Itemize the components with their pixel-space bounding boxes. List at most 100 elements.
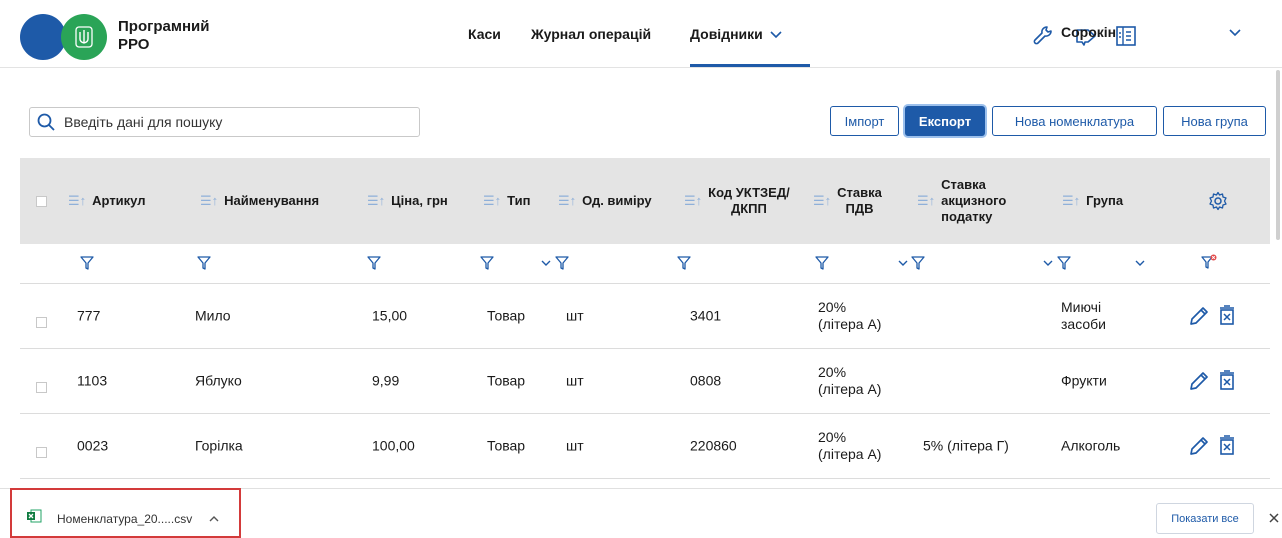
cell-group-line: Алкоголь	[1061, 437, 1121, 454]
sort-icon: ☰↑	[558, 193, 577, 208]
chevron-down-icon[interactable]	[1042, 256, 1054, 270]
sort-icon: ☰↑	[813, 193, 832, 208]
cell-name: Горілка	[195, 437, 243, 454]
column-header-unit[interactable]: ☰↑ Од. виміру	[558, 158, 652, 244]
header-label: Тип	[507, 193, 531, 208]
filter-icon[interactable]	[80, 256, 94, 270]
chevron-down-icon[interactable]	[897, 256, 909, 270]
header-label-line: ПДВ	[845, 201, 874, 216]
header-label-line: Ставка	[941, 177, 986, 192]
filter-icon[interactable]	[480, 256, 494, 270]
gear-icon[interactable]	[1208, 191, 1228, 211]
cell-price: 15,00	[372, 307, 408, 324]
cell-article: 1103	[77, 372, 108, 389]
sort-icon: ☰↑	[200, 193, 219, 208]
cell-code: 220860	[690, 437, 737, 454]
search-box[interactable]	[29, 107, 420, 137]
cell-code: 0808	[690, 372, 722, 389]
sort-icon: ☰↑	[367, 193, 386, 208]
column-header-article[interactable]: ☰↑ Артикул	[68, 158, 146, 244]
edit-pencil-icon[interactable]	[1188, 305, 1210, 327]
cell-excise: 5% (літера Г)	[923, 437, 1009, 454]
chevron-up-icon[interactable]	[207, 512, 221, 526]
cell-code: 3401	[690, 307, 722, 324]
header-label: Ціна, грн	[391, 193, 448, 208]
table-row[interactable]: 777 Мило 15,00 Товар шт 3401 20% (літера…	[20, 284, 1270, 349]
cell-group-line: засоби	[1061, 316, 1106, 332]
header-label: Код УКТЗЕД/ ДКПП	[708, 185, 790, 217]
column-header-price[interactable]: ☰↑ Ціна, грн	[367, 158, 448, 244]
nav-reference[interactable]: Довідники	[690, 0, 788, 68]
excel-file-icon	[27, 509, 42, 523]
show-all-downloads-button[interactable]: Показати все	[1156, 503, 1254, 534]
sort-icon: ☰↑	[1062, 193, 1081, 208]
header-label-line: Ставка	[837, 185, 882, 200]
filter-icon[interactable]	[677, 256, 691, 270]
cell-type: Товар	[487, 372, 526, 389]
scrollbar[interactable]	[1276, 70, 1280, 240]
row-checkbox[interactable]	[36, 317, 47, 328]
cell-vat-line: (літера А)	[818, 381, 882, 397]
edit-pencil-icon[interactable]	[1188, 370, 1210, 392]
user-menu-chevron-icon[interactable]	[1227, 24, 1243, 40]
search-input[interactable]	[64, 114, 394, 130]
sort-icon: ☰↑	[68, 193, 87, 208]
cell-group-line: Миючі	[1061, 299, 1102, 315]
cell-article: 0023	[77, 437, 109, 454]
filter-icon[interactable]	[815, 256, 829, 270]
cell-vat: 20% (літера А)	[818, 429, 881, 463]
nav-kasy[interactable]: Каси	[468, 0, 501, 68]
close-icon[interactable]	[1268, 512, 1280, 524]
cell-type: Товар	[487, 437, 526, 454]
user-name[interactable]: Сорокін	[1061, 24, 1116, 40]
table-row[interactable]: 0023 Горілка 100,00 Товар шт 220860 20% …	[20, 414, 1270, 479]
cell-price: 9,99	[372, 372, 400, 389]
delete-icon[interactable]	[1218, 369, 1236, 391]
download-filename[interactable]: Номенклатура_20.....csv	[57, 512, 192, 526]
new-item-button[interactable]: Нова номенклатура	[992, 106, 1157, 136]
cash-register-icon[interactable]	[1114, 24, 1138, 48]
delete-icon[interactable]	[1218, 304, 1236, 326]
new-group-button[interactable]: Нова група	[1163, 106, 1266, 136]
edit-pencil-icon[interactable]	[1188, 435, 1210, 457]
filter-icon[interactable]	[197, 256, 211, 270]
filter-icon[interactable]	[1057, 256, 1071, 270]
filter-icon[interactable]	[367, 256, 381, 270]
column-header-code[interactable]: ☰↑ Код УКТЗЕД/ ДКПП	[684, 158, 790, 244]
column-header-excise[interactable]: ☰↑ Ставка акцизного податку	[917, 158, 1006, 244]
select-all-checkbox[interactable]	[36, 196, 47, 207]
chevron-down-icon[interactable]	[1134, 256, 1146, 270]
column-header-vat[interactable]: ☰↑ Ставка ПДВ	[813, 158, 882, 244]
export-button[interactable]: Експорт	[905, 106, 985, 136]
cell-group: Алкоголь	[1061, 438, 1120, 455]
nav-journal[interactable]: Журнал операцій	[531, 0, 651, 68]
cell-unit: шт	[566, 307, 584, 324]
search-icon	[37, 113, 55, 131]
column-header-group[interactable]: ☰↑ Група	[1062, 158, 1123, 244]
column-header-type[interactable]: ☰↑ Тип	[483, 158, 530, 244]
chevron-down-icon[interactable]	[540, 256, 552, 270]
logo-circle-blue	[20, 14, 66, 60]
cell-vat-line: (літера А)	[818, 446, 882, 462]
import-button[interactable]: Імпорт	[830, 106, 899, 136]
delete-icon[interactable]	[1218, 434, 1236, 456]
row-checkbox[interactable]	[36, 382, 47, 393]
cell-unit: шт	[566, 437, 584, 454]
row-checkbox[interactable]	[36, 447, 47, 458]
filter-icon[interactable]	[555, 256, 569, 270]
sort-icon: ☰↑	[684, 193, 703, 208]
clear-filter-icon[interactable]	[1201, 254, 1217, 270]
wrench-icon[interactable]	[1032, 24, 1056, 48]
table-row[interactable]: 1103 Яблуко 9,99 Товар шт 0808 20% (літе…	[20, 349, 1270, 414]
header-label-line: акцизного	[941, 193, 1007, 208]
header-label-line: податку	[941, 209, 993, 224]
cell-vat-line: 20%	[818, 364, 847, 380]
cell-price: 100,00	[372, 437, 415, 454]
cell-vat-line: (літера А)	[818, 316, 882, 332]
brand-title: Програмний РРО	[118, 18, 238, 54]
app-header: Програмний РРО Каси Журнал операцій Дові…	[0, 0, 1282, 68]
sort-icon: ☰↑	[483, 193, 502, 208]
nav-reference-label: Довідники	[690, 26, 763, 42]
column-header-name[interactable]: ☰↑ Найменування	[200, 158, 319, 244]
filter-icon[interactable]	[911, 256, 925, 270]
